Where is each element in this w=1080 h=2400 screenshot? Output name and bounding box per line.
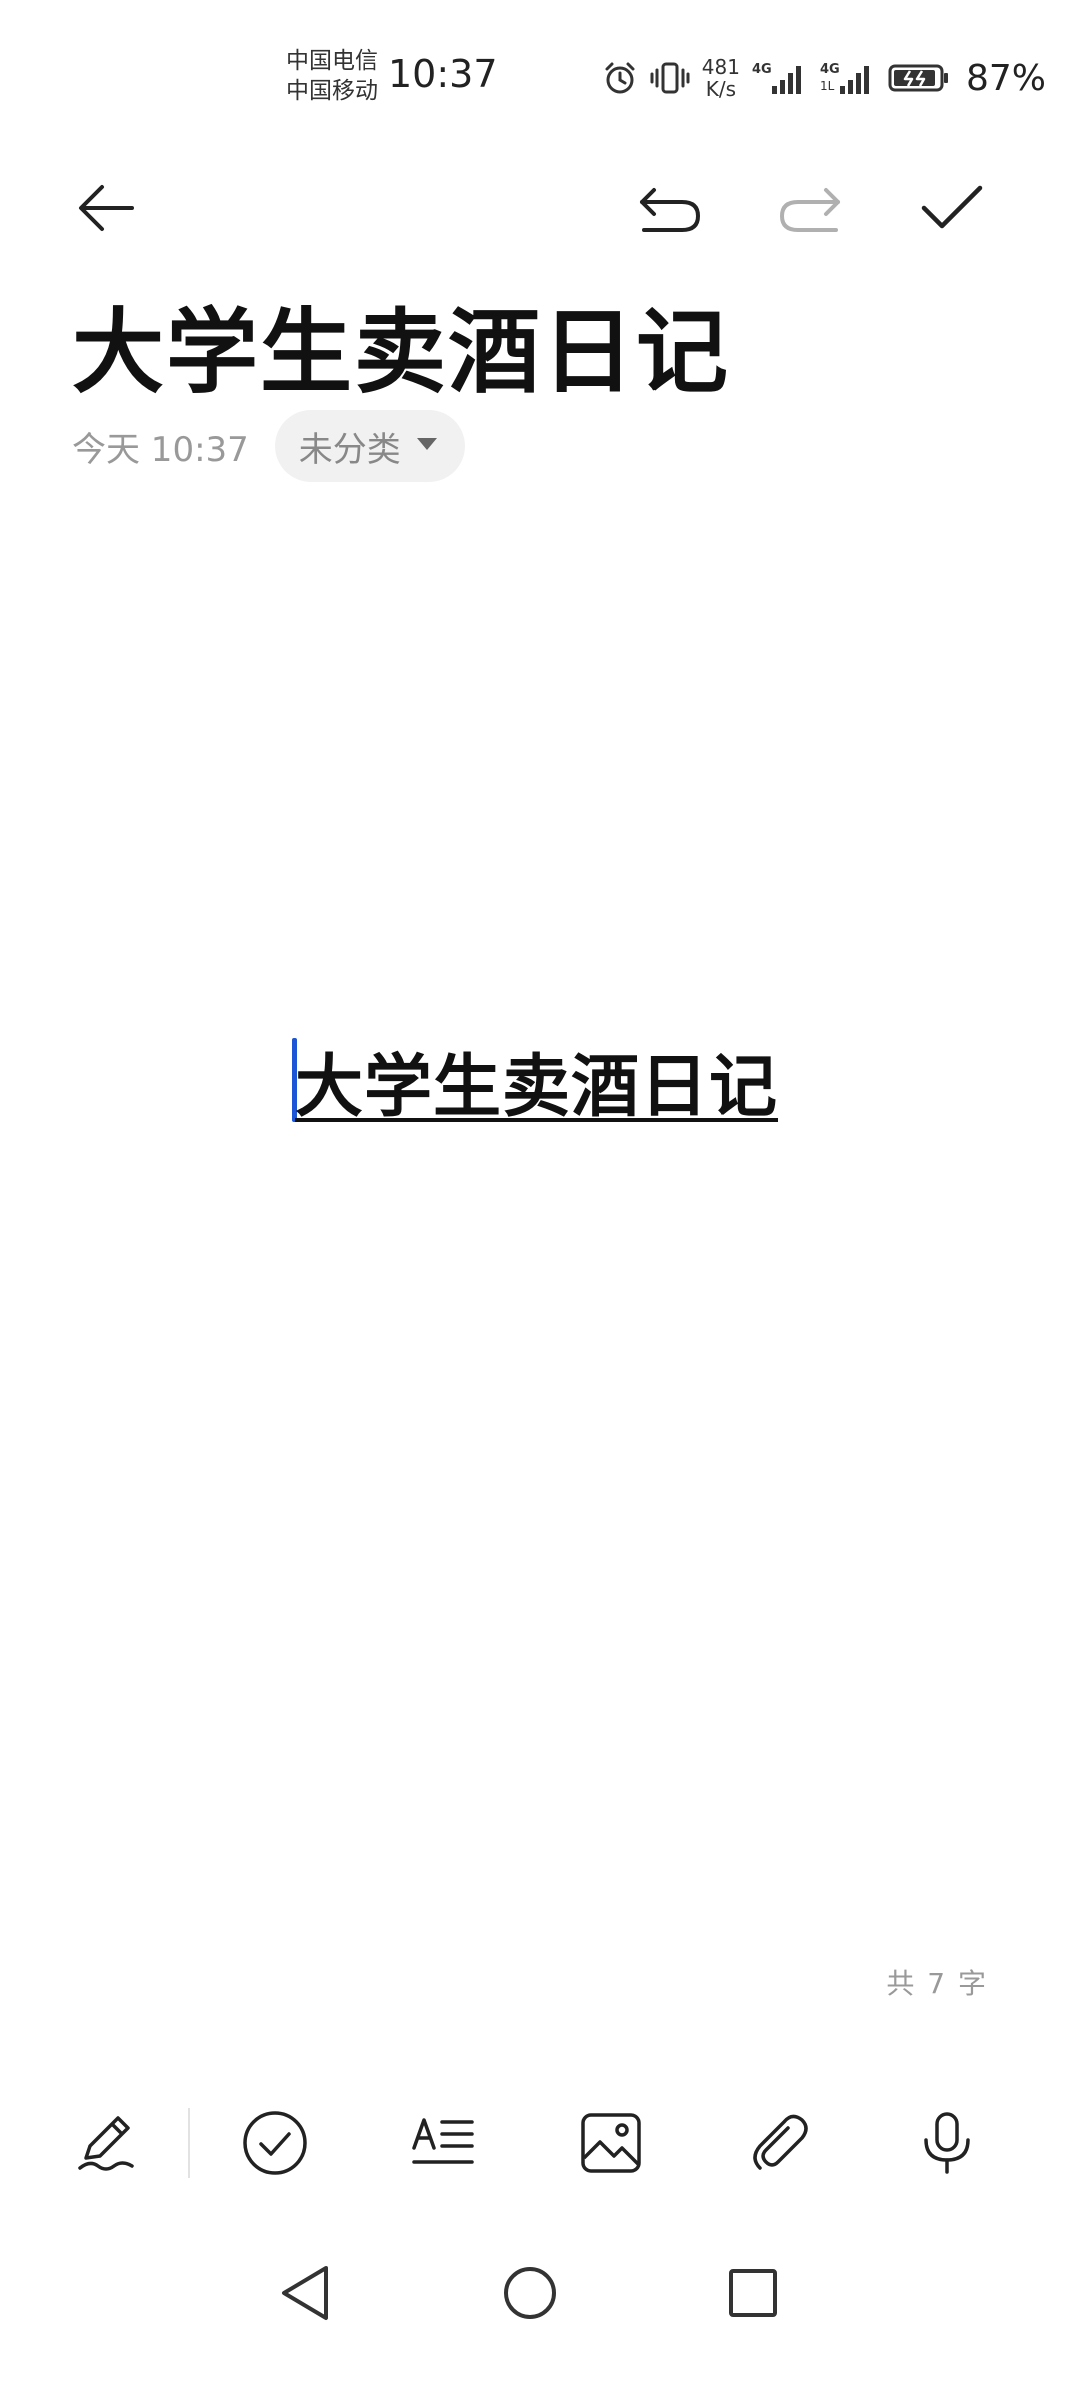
check-icon: [920, 180, 984, 240]
svg-text:1L: 1L: [820, 79, 835, 93]
net-speed-value: 481: [701, 55, 740, 79]
category-selector[interactable]: 未分类: [274, 410, 465, 482]
signal-4g-icon: 4G: [752, 60, 808, 96]
note-body-editor[interactable]: 大学生卖酒日记: [0, 1020, 1080, 1140]
undo-button[interactable]: [620, 160, 720, 260]
system-navigation-bar: [0, 2240, 1080, 2350]
body-text: 大学生卖酒日记: [295, 1047, 779, 1127]
redo-button[interactable]: [760, 160, 860, 260]
category-label: 未分类: [298, 429, 401, 470]
system-back-button[interactable]: [250, 2240, 360, 2350]
carrier-2: 中国移动: [286, 78, 378, 104]
checklist-icon: [242, 2110, 308, 2180]
text-format-icon: [410, 2110, 476, 2180]
signal-4g-icon: 4G 1L: [820, 60, 876, 96]
body-line: 大学生卖酒日记: [292, 1020, 778, 1140]
status-time: 10:37: [388, 52, 498, 96]
note-meta: 今天 10:37 未分类: [72, 408, 465, 484]
net-speed: 481 K/s: [702, 56, 740, 100]
attachment-icon: [746, 2110, 812, 2180]
image-icon: [578, 2110, 644, 2180]
handwriting-pen-icon: [74, 2110, 140, 2180]
attachment-button[interactable]: [724, 2090, 834, 2200]
undo-icon: [636, 180, 704, 240]
battery-percent: 87%: [965, 57, 1046, 99]
redo-icon: [776, 180, 844, 240]
back-button[interactable]: [56, 160, 156, 260]
nav-home-icon: [502, 2265, 558, 2325]
system-recents-button[interactable]: [698, 2240, 808, 2350]
note-title[interactable]: 大学生卖酒日记: [72, 278, 730, 411]
voice-input-button[interactable]: [892, 2090, 1002, 2200]
done-button[interactable]: [902, 160, 1002, 260]
svg-text:4G: 4G: [752, 62, 772, 77]
battery-charging-icon: [888, 60, 950, 96]
svg-text:4G: 4G: [820, 62, 840, 77]
back-arrow-icon: [74, 176, 138, 244]
top-toolbar: [0, 160, 1080, 260]
status-bar: 中国电信 中国移动 10:37 481 K/s 4G 4G 1L 87%: [0, 0, 1080, 150]
carrier-1: 中国电信: [286, 48, 378, 74]
note-date: 今天 10:37: [72, 429, 249, 470]
alarm-icon: [602, 60, 638, 96]
text-format-button[interactable]: [388, 2090, 498, 2200]
nav-recents-icon: [727, 2267, 779, 2323]
vibrate-icon: [650, 60, 690, 96]
nav-back-icon: [278, 2264, 332, 2326]
word-count: 共 7 字: [886, 1967, 988, 2000]
checklist-button[interactable]: [220, 2090, 330, 2200]
edit-toolbar: [0, 2090, 1080, 2200]
toolbar-divider: [188, 2108, 190, 2178]
status-icons: 481 K/s 4G 4G 1L 87%: [602, 50, 1046, 106]
system-home-button[interactable]: [475, 2240, 585, 2350]
note-editor-screen: 中国电信 中国移动 10:37 481 K/s 4G 4G 1L 87% 大学生…: [0, 0, 1080, 2400]
insert-image-button[interactable]: [556, 2090, 666, 2200]
dropdown-triangle-icon: [415, 434, 439, 458]
net-speed-unit: K/s: [705, 77, 737, 101]
microphone-icon: [914, 2110, 980, 2180]
handwriting-button[interactable]: [52, 2090, 162, 2200]
carrier-names: 中国电信 中国移动: [286, 46, 378, 106]
